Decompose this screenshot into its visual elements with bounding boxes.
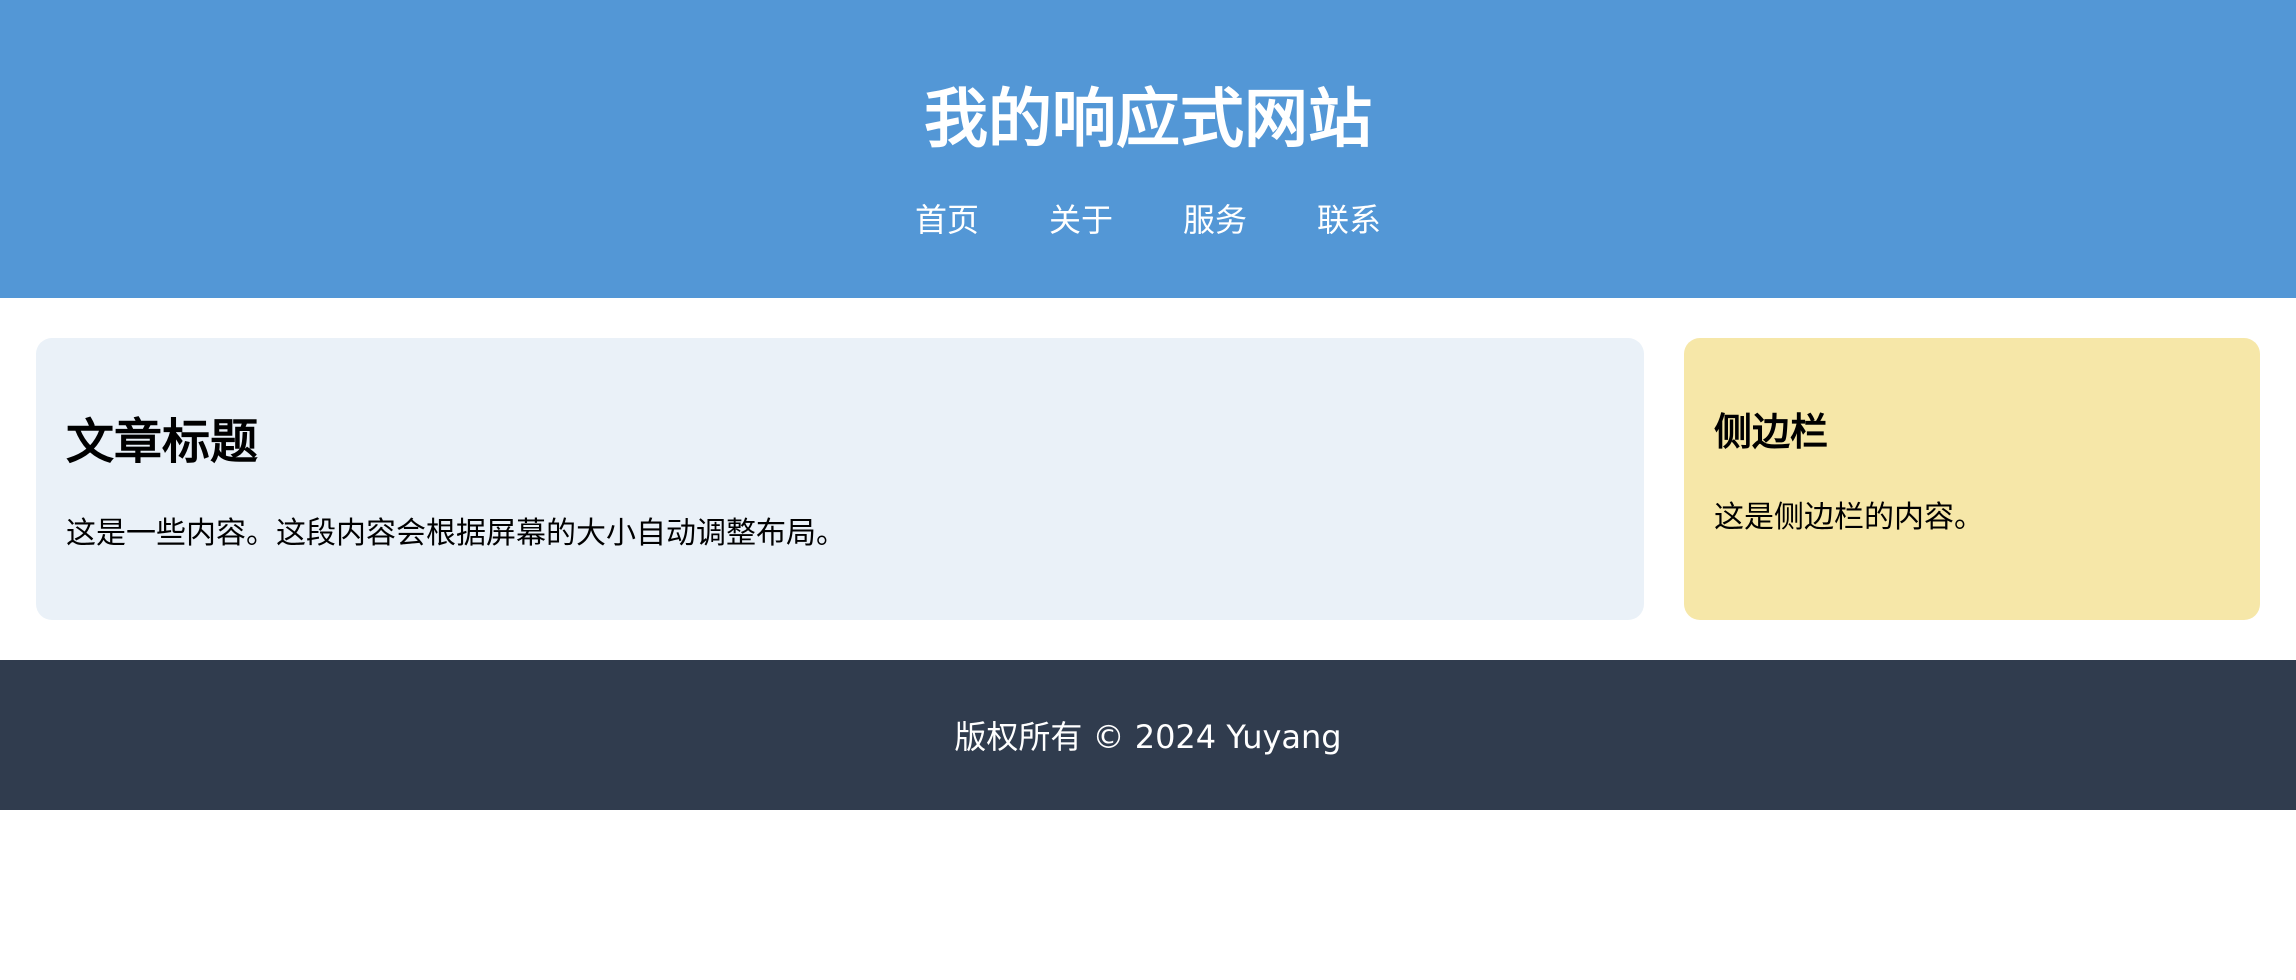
site-footer: 版权所有 © 2024 Yuyang <box>0 660 2296 810</box>
nav-item-about[interactable]: 关于 <box>1049 201 1113 239</box>
main-content: 文章标题 这是一些内容。这段内容会根据屏幕的大小自动调整布局。 侧边栏 这是侧边… <box>0 298 2296 660</box>
sidebar-title: 侧边栏 <box>1714 410 1829 454</box>
article-text: 这是一些内容。这段内容会根据屏幕的大小自动调整布局。 <box>66 515 846 551</box>
nav-item-contact[interactable]: 联系 <box>1317 201 1381 239</box>
nav-item-home[interactable]: 首页 <box>915 201 979 239</box>
article-card: 文章标题 这是一些内容。这段内容会根据屏幕的大小自动调整布局。 <box>36 338 1644 620</box>
sidebar-text: 这是侧边栏的内容。 <box>1714 499 1984 535</box>
sidebar: 侧边栏 这是侧边栏的内容。 <box>1684 338 2260 620</box>
site-title: 我的响应式网站 <box>924 83 1372 157</box>
footer-copyright: 版权所有 © 2024 Yuyang <box>954 718 1342 756</box>
site-header: 我的响应式网站 首页 关于 服务 联系 <box>0 0 2296 298</box>
nav-item-services[interactable]: 服务 <box>1183 201 1247 239</box>
article-title: 文章标题 <box>66 414 259 470</box>
main-nav: 首页 关于 服务 联系 <box>0 201 2296 239</box>
